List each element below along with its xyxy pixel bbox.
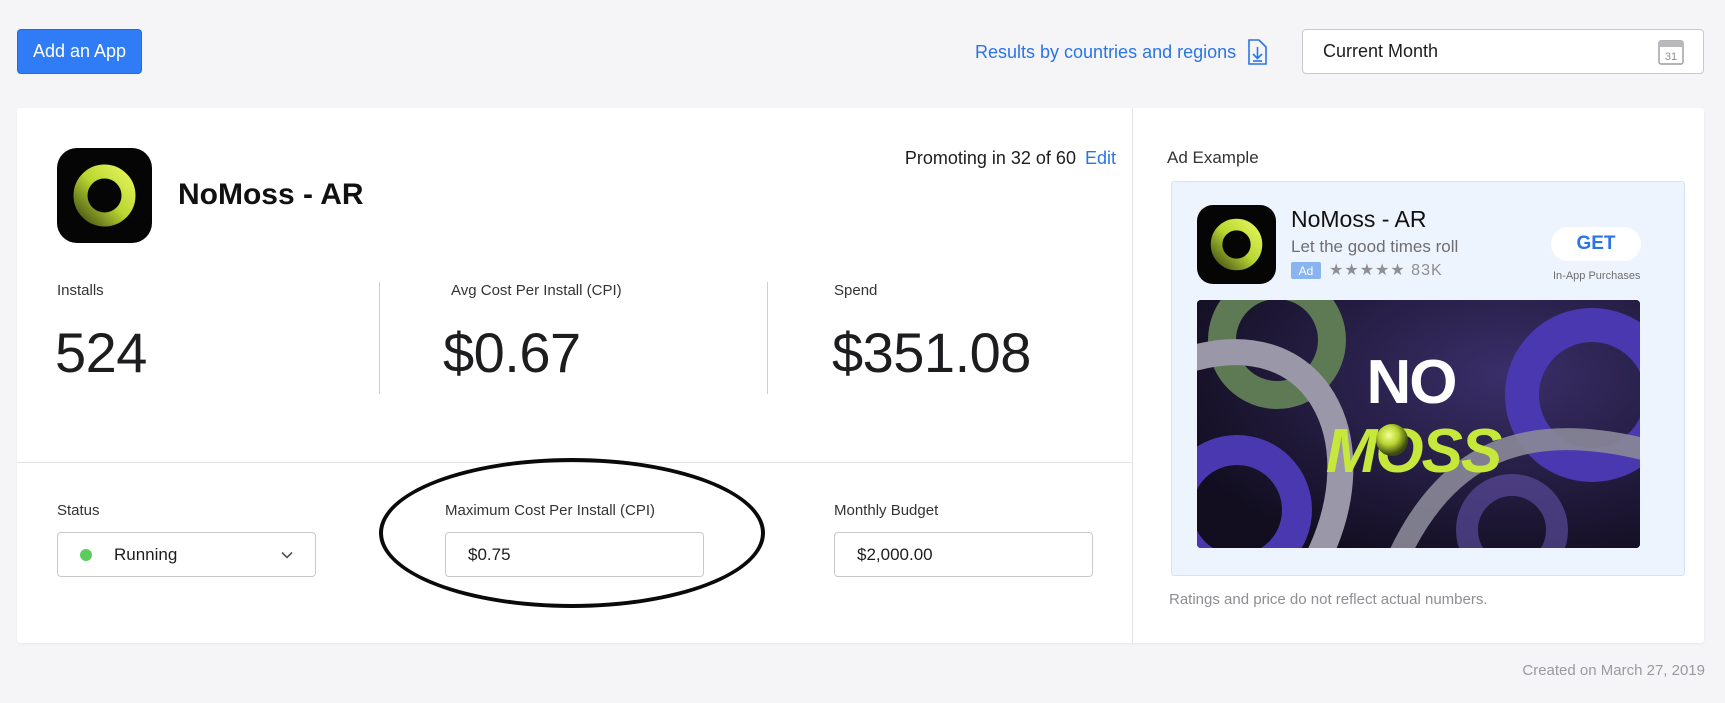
star-rating-icon: ★★★★★ [1329, 262, 1406, 279]
max-cpi-input[interactable]: $0.75 [445, 532, 704, 577]
rating-count: 83K [1411, 262, 1443, 279]
budget-value: $2,000.00 [857, 544, 933, 564]
status-label: Status [57, 502, 100, 519]
results-link-label[interactable]: Results by countries and regions [975, 42, 1236, 63]
promoting-status: Promoting in 32 of 60 Edit [905, 148, 1116, 169]
metric-divider [767, 282, 768, 394]
metric-divider [379, 282, 380, 394]
max-cpi-label: Maximum Cost Per Install (CPI) [445, 502, 656, 519]
ad-rating: ★★★★★ 83K [1329, 260, 1443, 280]
ad-app-name: NoMoss - AR [1291, 206, 1427, 232]
avg-cpi-value: $0.67 [443, 321, 581, 384]
banner-text-line2: MOSS [1326, 417, 1502, 486]
installs-value: 524 [55, 321, 147, 384]
campaign-card: NoMoss - AR Promoting in 32 of 60 Edit I… [17, 108, 1704, 643]
ad-banner-image: NO MOSS [1197, 300, 1640, 548]
created-date: Created on March 27, 2019 [1522, 662, 1705, 679]
banner-text-line1: NO [1367, 348, 1456, 417]
installs-label: Installs [57, 282, 104, 299]
calendar-day: 31 [1665, 51, 1677, 63]
status-indicator-icon [80, 548, 92, 561]
max-cpi-value: $0.75 [468, 544, 511, 564]
get-button[interactable]: GET [1551, 227, 1641, 261]
download-icon[interactable] [1246, 38, 1268, 66]
vertical-divider [1132, 108, 1133, 643]
ad-app-icon [1197, 205, 1276, 284]
horizontal-divider [17, 462, 1132, 463]
ad-example-title: Ad Example [1167, 148, 1259, 167]
results-by-region-link[interactable]: Results by countries and regions [975, 38, 1268, 66]
avg-cpi-label: Avg Cost Per Install (CPI) [451, 282, 622, 299]
promoting-text: Promoting in 32 of 60 [904, 148, 1076, 168]
monthly-budget-input[interactable]: $2,000.00 [834, 532, 1093, 577]
calendar-icon[interactable]: 31 [1657, 38, 1685, 66]
ad-preview: NoMoss - AR Let the good times roll Ad ★… [1171, 181, 1685, 576]
edit-link[interactable]: Edit [1085, 148, 1116, 168]
status-dropdown[interactable]: Running [57, 532, 316, 577]
ad-disclaimer: Ratings and price do not reflect actual … [1169, 591, 1488, 608]
ad-badge: Ad [1291, 262, 1321, 279]
in-app-purchases-text: In-App Purchases [1553, 270, 1641, 282]
ad-subtitle: Let the good times roll [1291, 237, 1459, 256]
chevron-down-icon[interactable] [279, 547, 295, 568]
spend-label: Spend [834, 282, 878, 299]
status-value: Running [114, 544, 178, 564]
budget-label: Monthly Budget [834, 502, 939, 519]
date-range-select[interactable]: Current Month 31 [1302, 29, 1704, 74]
app-name: NoMoss - AR [178, 178, 364, 211]
app-icon [57, 148, 152, 243]
date-range-value: Current Month [1323, 41, 1439, 61]
add-app-button[interactable]: Add an App [17, 29, 142, 74]
spend-value: $351.08 [832, 321, 1031, 384]
